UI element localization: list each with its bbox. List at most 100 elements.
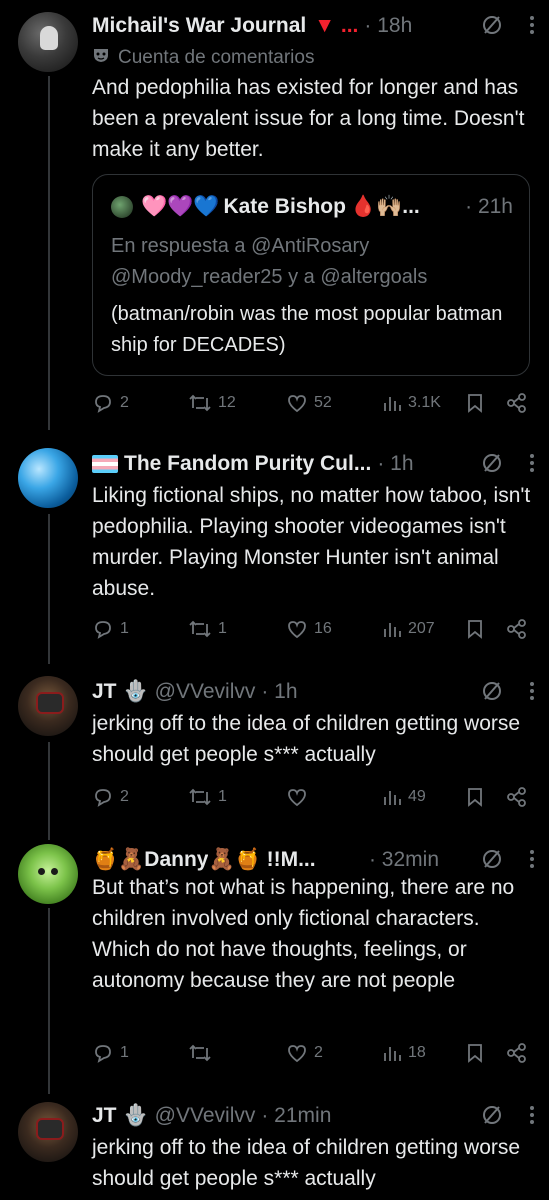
header-actions bbox=[481, 848, 535, 870]
reply-button[interactable]: 2 bbox=[92, 786, 129, 808]
account-type-label: Cuenta de comentarios bbox=[92, 46, 314, 70]
grok-icon[interactable] bbox=[481, 14, 503, 36]
views-count: 18 bbox=[408, 1044, 426, 1061]
reply-prefix: En respuesta a bbox=[111, 235, 246, 257]
bookmark-button[interactable] bbox=[466, 1042, 484, 1064]
more-options-icon[interactable] bbox=[529, 453, 535, 473]
views-count: 49 bbox=[408, 788, 426, 805]
tweet-actions: 2 1 49 bbox=[92, 782, 535, 812]
tweet-text: But that’s not what is happening, there … bbox=[92, 876, 515, 992]
avatar[interactable] bbox=[18, 844, 78, 904]
quote-reply-context: En respuesta a @AntiRosary @Moody_reader… bbox=[111, 231, 513, 293]
views-button[interactable]: 3.1K bbox=[382, 393, 441, 413]
share-icon bbox=[507, 1043, 526, 1063]
quote-avatar bbox=[111, 196, 133, 218]
repost-button[interactable] bbox=[188, 1042, 212, 1064]
share-icon bbox=[507, 619, 526, 639]
timestamp[interactable]: · 21min bbox=[261, 1104, 331, 1128]
heart-icon bbox=[288, 1045, 306, 1063]
grok-icon[interactable] bbox=[481, 848, 503, 870]
reply-mention[interactable]: @altergoals bbox=[320, 266, 427, 288]
views-count: 3.1K bbox=[408, 394, 441, 411]
avatar[interactable] bbox=[18, 448, 78, 508]
bookmark-icon bbox=[468, 1044, 482, 1063]
tweet[interactable]: 🍯🧸 Danny 🧸🍯 !!M... · 32min But that’s no… bbox=[0, 830, 549, 1080]
more-options-icon[interactable] bbox=[529, 849, 535, 869]
views-icon bbox=[384, 623, 401, 637]
tweet[interactable]: Michail's War Journal ▼ ... · 18h Cuenta… bbox=[0, 0, 549, 430]
views-button[interactable]: 207 bbox=[382, 619, 435, 639]
display-name[interactable]: JT bbox=[92, 1104, 117, 1128]
reply-button[interactable]: 1 bbox=[92, 618, 129, 640]
like-count: 16 bbox=[314, 620, 332, 637]
reply-count: 1 bbox=[120, 620, 129, 637]
reply-mention[interactable]: @AntiRosary bbox=[251, 235, 369, 257]
display-name[interactable]: JT bbox=[92, 680, 117, 704]
name-emoji-suffix: 🧸🍯 !!M... bbox=[208, 848, 316, 871]
timestamp[interactable]: · 1h bbox=[377, 452, 413, 476]
display-name[interactable]: The Fandom Purity Cul... bbox=[124, 452, 371, 476]
tweet-header: JT 🪬 @VVevilvv · 1h bbox=[92, 678, 535, 706]
repost-button[interactable]: 1 bbox=[188, 786, 227, 808]
tweet[interactable]: The Fandom Purity Cul... · 1h Liking fic… bbox=[0, 430, 549, 654]
reply-icon bbox=[95, 789, 111, 807]
like-button[interactable]: 52 bbox=[286, 392, 332, 414]
repost-button[interactable]: 1 bbox=[188, 618, 227, 640]
share-icon bbox=[507, 787, 526, 807]
like-button[interactable] bbox=[286, 786, 308, 808]
heart-icon bbox=[288, 789, 306, 807]
bookmark-button[interactable] bbox=[466, 392, 484, 414]
reply-count: 2 bbox=[120, 394, 129, 411]
timestamp[interactable]: · 32min bbox=[369, 848, 439, 872]
grok-icon[interactable] bbox=[481, 452, 503, 474]
name-glyph: 🪬 bbox=[122, 680, 149, 703]
grok-icon[interactable] bbox=[481, 680, 503, 702]
avatar[interactable] bbox=[18, 1102, 78, 1162]
more-options-icon[interactable] bbox=[529, 15, 535, 35]
tweet[interactable]: JT 🪬 @VVevilvv · 1h jerking off to the i… bbox=[0, 664, 549, 830]
mask-icon bbox=[92, 46, 110, 70]
repost-count: 1 bbox=[218, 620, 227, 637]
reply-button[interactable]: 1 bbox=[92, 1042, 129, 1064]
share-button[interactable] bbox=[506, 1042, 528, 1064]
like-button[interactable]: 2 bbox=[286, 1042, 323, 1064]
views-icon bbox=[384, 791, 401, 805]
views-button[interactable]: 49 bbox=[382, 787, 426, 807]
name-badge: ▼ ... bbox=[314, 14, 359, 37]
avatar[interactable] bbox=[18, 676, 78, 736]
share-button[interactable] bbox=[506, 618, 528, 640]
timestamp[interactable]: · 18h bbox=[364, 14, 412, 38]
tweet-actions: 2 12 52 3.1K bbox=[92, 388, 535, 418]
repost-button[interactable]: 12 bbox=[188, 392, 236, 414]
user-handle[interactable]: @VVevilvv bbox=[155, 680, 256, 704]
share-button[interactable] bbox=[506, 392, 528, 414]
tweet-text: jerking off to the idea of children gett… bbox=[92, 712, 521, 766]
tweet-text: jerking off to the idea of children gett… bbox=[92, 1136, 521, 1190]
account-type-text: Cuenta de comentarios bbox=[118, 47, 315, 68]
repost-count: 12 bbox=[218, 394, 236, 411]
heart-icon bbox=[288, 621, 306, 639]
timestamp[interactable]: · 1h bbox=[261, 680, 297, 704]
reply-button[interactable]: 2 bbox=[92, 392, 129, 414]
bookmark-button[interactable] bbox=[466, 618, 484, 640]
repost-icon bbox=[189, 394, 211, 412]
views-count: 207 bbox=[408, 620, 435, 637]
like-button[interactable]: 16 bbox=[286, 618, 332, 640]
views-button[interactable]: 18 bbox=[382, 1043, 426, 1063]
quoted-tweet[interactable]: 🩷💜💙 Kate Bishop 🩸🙌🏼... · 21h En respuest… bbox=[92, 174, 530, 376]
avatar[interactable] bbox=[18, 12, 78, 72]
reply-join: y a bbox=[288, 266, 315, 288]
display-name[interactable]: Danny bbox=[144, 848, 208, 872]
quote-text: (batman/robin was the most popular batma… bbox=[111, 303, 503, 356]
more-options-icon[interactable] bbox=[529, 681, 535, 701]
reply-mention[interactable]: @Moody_reader25 bbox=[111, 266, 283, 288]
share-button[interactable] bbox=[506, 786, 528, 808]
bookmark-button[interactable] bbox=[466, 786, 484, 808]
tweet-header: Michail's War Journal ▼ ... · 18h bbox=[92, 12, 535, 40]
repost-icon bbox=[189, 1044, 211, 1062]
grok-icon[interactable] bbox=[481, 1104, 503, 1126]
display-name[interactable]: Michail's War Journal bbox=[92, 14, 306, 38]
tweet[interactable]: JT 🪬 @VVevilvv · 21min jerking off to th… bbox=[0, 1092, 549, 1200]
user-handle[interactable]: @VVevilvv bbox=[155, 1104, 256, 1128]
more-options-icon[interactable] bbox=[529, 1105, 535, 1125]
